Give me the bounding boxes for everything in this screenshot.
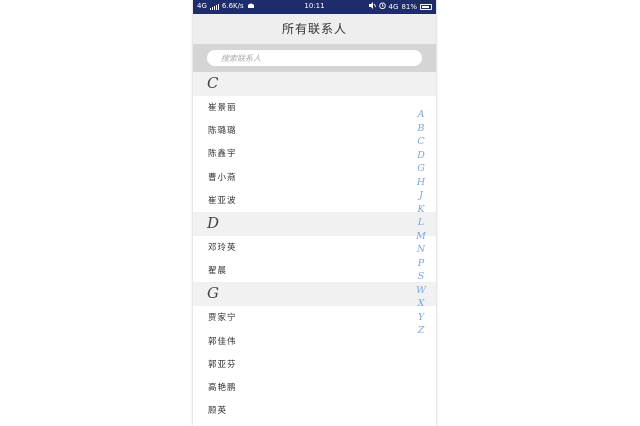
contact-name: 郭佳伟	[208, 336, 237, 347]
index-letter[interactable]: B	[418, 122, 425, 136]
contact-item[interactable]: 顾英	[193, 399, 436, 422]
contact-item[interactable]: 崔亚波	[193, 189, 436, 212]
contact-name: 邓玲英	[208, 242, 237, 253]
index-letter[interactable]: N	[417, 243, 425, 257]
contact-name: 曹小燕	[208, 172, 237, 183]
index-letter[interactable]: M	[416, 230, 426, 244]
contact-name: 高艳鹏	[208, 382, 237, 393]
section-letter: D	[207, 213, 220, 232]
contact-name: 郭亚芬	[208, 359, 237, 370]
search-input[interactable]	[221, 52, 411, 64]
index-letter[interactable]: Z	[418, 324, 425, 338]
contact-name: 陈鑫宇	[208, 149, 237, 160]
status-bar: 4G 6.6K/s 10:11 4G 81%	[193, 0, 436, 14]
section-letter: G	[207, 284, 219, 303]
index-letter[interactable]: S	[418, 270, 425, 284]
alphabet-index[interactable]: A B C D G H J K L M N P S W X Y Z	[415, 108, 427, 338]
section-header-d: D	[193, 211, 436, 236]
contact-name: 陈璐璐	[208, 126, 237, 137]
contact-name: 顾英	[208, 406, 228, 417]
index-letter[interactable]: X	[418, 297, 425, 311]
index-letter[interactable]: J	[419, 189, 423, 203]
index-letter[interactable]: K	[417, 203, 424, 217]
contact-item[interactable]: 翟晨	[193, 259, 436, 282]
section-header-c: C	[193, 72, 436, 96]
mute-icon	[368, 2, 376, 11]
search-box[interactable]	[207, 50, 422, 66]
search-bar	[193, 44, 436, 72]
page-title: 所有联系人	[281, 22, 347, 36]
index-letter[interactable]: P	[418, 257, 424, 271]
index-letter[interactable]: D	[417, 149, 425, 163]
contact-name: 贾家宁	[208, 313, 237, 324]
index-letter[interactable]: Y	[418, 311, 424, 325]
section-letter: C	[207, 74, 219, 92]
status-right: 4G 81%	[368, 2, 432, 11]
contact-name: 崔景丽	[208, 103, 237, 113]
index-letter[interactable]: L	[418, 216, 424, 230]
battery-icon	[420, 3, 432, 10]
index-letter[interactable]: C	[417, 135, 424, 149]
contact-item[interactable]: 崔景丽	[193, 96, 436, 119]
index-letter[interactable]: H	[417, 176, 425, 190]
contact-list[interactable]: C 崔景丽 陈璐璐 陈鑫宇 曹小燕 崔亚波 D 邓玲英 翟晨 G 贾家宁 郭佳伟…	[193, 72, 436, 422]
index-letter[interactable]: A	[418, 108, 425, 122]
right-network-label: 4G	[388, 2, 399, 11]
alarm-icon	[378, 2, 386, 11]
contact-item[interactable]: 郭亚芬	[193, 353, 436, 376]
contact-name: 崔亚波	[208, 195, 237, 206]
index-letter[interactable]: W	[416, 284, 426, 298]
contact-item[interactable]: 贾家宁	[193, 306, 436, 329]
contact-item[interactable]: 高艳鹏	[193, 376, 436, 399]
contact-item[interactable]: 陈璐璐	[193, 119, 436, 142]
index-letter[interactable]: G	[417, 162, 425, 176]
battery-percent: 81%	[401, 2, 417, 11]
contact-item[interactable]: 邓玲英	[193, 236, 436, 259]
section-header-g: G	[193, 282, 436, 307]
title-bar: 所有联系人	[193, 14, 436, 44]
contact-item[interactable]: 陈鑫宇	[193, 142, 436, 165]
contact-item[interactable]: 郭佳伟	[193, 330, 436, 353]
phone-screen: 4G 6.6K/s 10:11 4G 81% 所有联系人 搜索联系人 C 崔景丽…	[193, 0, 436, 426]
contact-item[interactable]: 曹小燕	[193, 166, 436, 189]
contact-name: 翟晨	[208, 266, 228, 277]
